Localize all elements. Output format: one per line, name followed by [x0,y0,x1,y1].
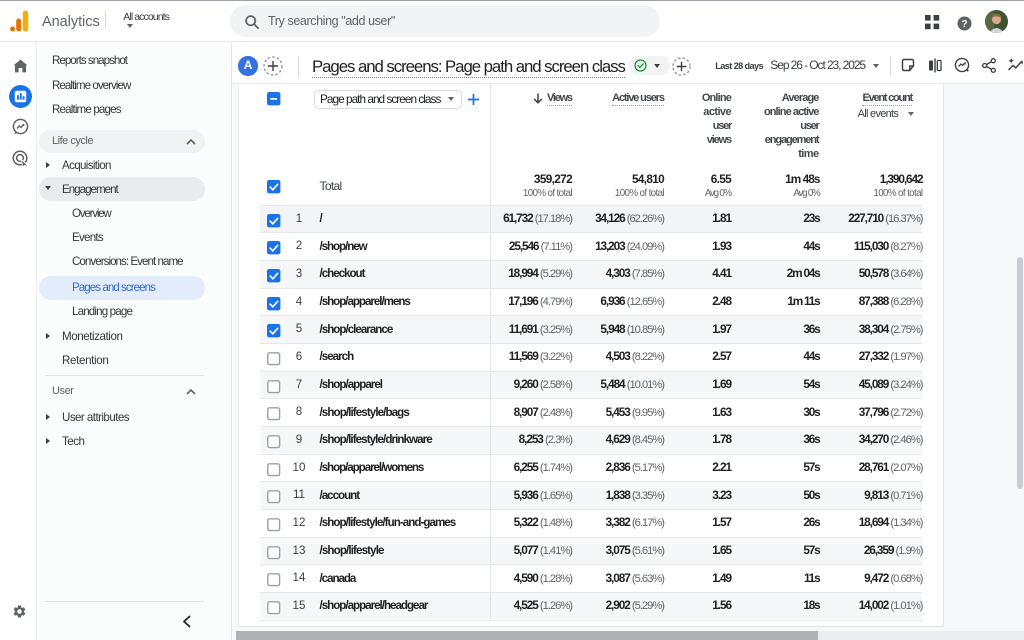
svg-text:?: ? [961,19,967,30]
